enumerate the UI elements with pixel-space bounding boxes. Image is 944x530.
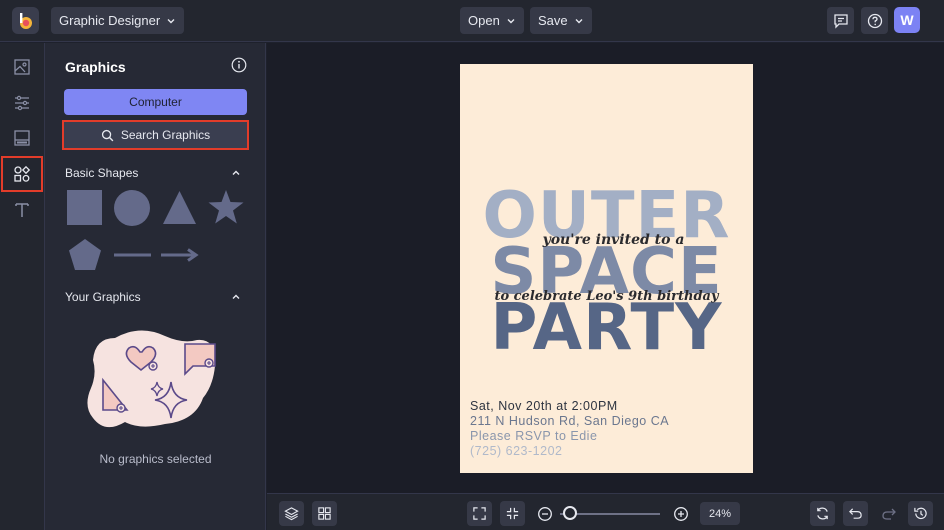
chevron-down-icon — [575, 18, 583, 23]
layers-icon — [284, 507, 299, 521]
event-details[interactable]: Sat, Nov 20th at 2:00PM 211 N Hudson Rd,… — [470, 399, 669, 459]
canvas-area: OUTER SPACE PARTY you're invited to a to… — [267, 43, 944, 493]
undo-icon — [849, 508, 862, 519]
basic-shapes-header[interactable]: Basic Shapes — [65, 166, 138, 180]
fit-to-screen-button[interactable] — [467, 501, 492, 526]
help-icon — [867, 13, 882, 28]
zoom-out-button[interactable] — [532, 501, 557, 526]
shapes-icon — [14, 165, 31, 182]
chevron-up-icon[interactable] — [231, 168, 241, 178]
celebrate-script-text[interactable]: to celebrate Leo's 9th birthday — [460, 289, 753, 304]
design-page[interactable]: OUTER SPACE PARTY you're invited to a to… — [460, 64, 753, 473]
rail-item-photos[interactable] — [7, 52, 37, 82]
collapse-icon — [506, 507, 519, 520]
zoom-in-icon — [673, 506, 688, 521]
save-button[interactable]: Save — [530, 7, 592, 34]
graphics-panel: Graphics Computer Search Graphics Basic … — [45, 43, 266, 530]
square-shape[interactable] — [66, 189, 103, 226]
search-icon — [101, 129, 114, 141]
save-label: Save — [538, 13, 568, 28]
undo-button[interactable] — [843, 501, 868, 526]
triangle-shape[interactable] — [161, 189, 198, 226]
event-date: Sat, Nov 20th at 2:00PM — [470, 399, 618, 413]
history-button[interactable] — [908, 501, 933, 526]
rail-item-layout[interactable] — [7, 123, 37, 153]
invite-script-text[interactable]: you're invited to a — [460, 232, 753, 248]
zoom-slider-thumb[interactable] — [563, 506, 577, 520]
rail-item-adjust[interactable] — [7, 88, 37, 118]
search-graphics-button[interactable]: Search Graphics — [62, 120, 249, 150]
sliders-icon — [15, 95, 29, 111]
history-icon — [914, 507, 927, 520]
bottom-toolbar: 24% — [267, 493, 944, 530]
grid-icon — [318, 507, 331, 520]
refresh-icon — [817, 507, 828, 520]
headline-party[interactable]: PARTY — [460, 296, 753, 360]
redo-button[interactable] — [876, 501, 901, 526]
feedback-button[interactable] — [827, 7, 854, 34]
line-shape[interactable] — [113, 247, 152, 263]
app-logo[interactable] — [12, 7, 39, 34]
zoom-out-icon — [537, 506, 552, 521]
grid-button[interactable] — [312, 501, 337, 526]
arrow-shape[interactable] — [160, 247, 199, 263]
actual-size-button[interactable] — [500, 501, 525, 526]
tool-rail — [0, 43, 45, 530]
chevron-up-icon[interactable] — [231, 292, 241, 302]
event-phone: (725) 623-1202 — [470, 444, 563, 458]
layout-icon — [14, 130, 30, 146]
your-graphics-header[interactable]: Your Graphics — [65, 290, 141, 304]
empty-graphics-text: No graphics selected — [99, 452, 212, 466]
event-rsvp: Please RSVP to Edie — [470, 429, 598, 443]
text-icon — [15, 203, 29, 217]
user-avatar[interactable]: W — [894, 7, 920, 33]
chevron-down-icon — [167, 18, 175, 23]
empty-graphics-illustration — [87, 330, 216, 428]
expand-icon — [473, 507, 486, 520]
circle-shape[interactable] — [113, 189, 151, 227]
zoom-in-button[interactable] — [668, 501, 693, 526]
chevron-down-icon — [507, 18, 515, 23]
panel-title: Graphics — [65, 59, 126, 75]
open-button[interactable]: Open — [460, 7, 524, 34]
info-icon[interactable] — [231, 57, 247, 73]
search-graphics-label: Search Graphics — [120, 128, 211, 142]
layers-button[interactable] — [279, 501, 304, 526]
app-menu-dropdown[interactable]: Graphic Designer — [51, 7, 185, 34]
help-button[interactable] — [861, 7, 888, 34]
top-bar: Graphic Designer Open Save W — [0, 0, 944, 42]
logo-icon — [19, 12, 32, 29]
open-label: Open — [468, 13, 500, 28]
reset-button[interactable] — [810, 501, 835, 526]
rail-item-text[interactable] — [7, 195, 37, 225]
redo-icon — [881, 508, 896, 520]
chat-icon — [833, 13, 848, 29]
pentagon-shape[interactable] — [67, 237, 103, 273]
star-shape[interactable] — [207, 189, 245, 226]
rail-item-graphics[interactable] — [1, 156, 43, 192]
upload-from-computer-button[interactable]: Computer — [64, 89, 247, 115]
image-icon — [14, 59, 30, 75]
event-address: 211 N Hudson Rd, San Diego CA — [470, 414, 670, 428]
app-menu-label: Graphic Designer — [59, 13, 161, 28]
zoom-level[interactable]: 24% — [700, 502, 740, 525]
